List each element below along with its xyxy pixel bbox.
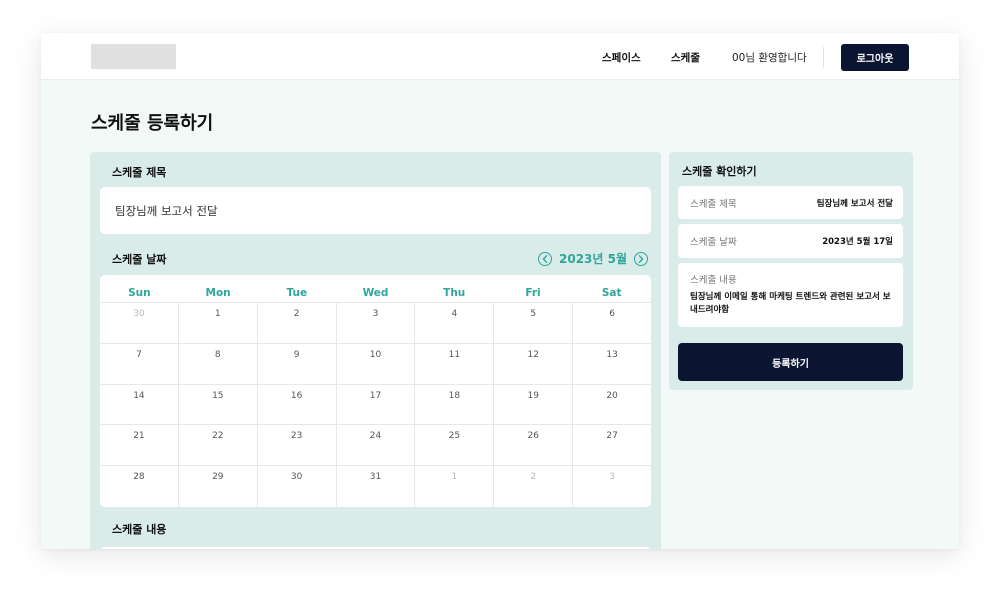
top-header: 스페이스 스케줄 00님 환영합니다 로그아웃 <box>41 33 959 80</box>
weekday-label: Fri <box>525 287 541 299</box>
weekday-header: Sun Mon Tue Wed Thu Fri Sat <box>100 275 651 303</box>
calendar-day[interactable]: 11 <box>415 343 495 384</box>
weekday-label: Wed <box>362 287 389 299</box>
calendar-day[interactable]: 16 <box>258 384 337 425</box>
calendar-day-other-month[interactable]: 2 <box>494 466 574 507</box>
calendar-day[interactable]: 3 <box>337 303 416 343</box>
title-section-label: 스케줄 제목 <box>112 166 167 179</box>
confirm-title-value: 팀장님께 보고서 전달 <box>816 199 893 209</box>
calendar-day[interactable]: 15 <box>179 384 258 425</box>
nav-space[interactable]: 스페이스 <box>602 50 641 65</box>
calendar-day[interactable]: 17 <box>337 384 416 425</box>
weekday-label: Sat <box>601 287 622 299</box>
calendar-day[interactable]: 18 <box>415 384 495 425</box>
confirm-date-value: 2023년 5월 17일 <box>822 237 893 247</box>
app-window: 스페이스 스케줄 00님 환영합니다 로그아웃 스케줄 등록하기 스케줄 제목 … <box>41 33 959 549</box>
weekday-label: Tue <box>286 287 308 299</box>
welcome-text: 00님 환영합니다 <box>732 52 807 64</box>
calendar-day[interactable]: 10 <box>337 343 416 384</box>
calendar-day[interactable]: 21 <box>100 425 179 466</box>
calendar-day[interactable]: 14 <box>100 384 179 425</box>
nav-divider <box>823 47 824 68</box>
chevron-right-icon <box>638 254 644 263</box>
prev-month-button[interactable] <box>538 251 552 266</box>
calendar-week-row: 14 15 16 17 18 19 20 <box>100 384 651 426</box>
calendar-week-row: 7 8 9 10 11 12 13 <box>100 343 651 385</box>
month-navigator: 2023년 5월 <box>538 250 649 267</box>
calendar-day[interactable]: 20 <box>573 385 651 425</box>
calendar-day[interactable]: 5 <box>494 303 574 343</box>
calendar-day[interactable]: 27 <box>573 425 651 465</box>
content-section-label: 스케줄 내용 <box>112 523 167 536</box>
confirm-content-label: 스케줄 내용 <box>690 275 737 286</box>
calendar-week-row: 21 22 23 24 25 26 27 <box>100 425 651 467</box>
calendar-day-other-month[interactable]: 3 <box>573 466 651 507</box>
calendar-day[interactable]: 30 <box>258 466 337 507</box>
calendar-week-row: 30 1 2 3 4 5 6 <box>100 303 651 344</box>
calendar-day[interactable]: 6 <box>573 303 651 343</box>
calendar-day[interactable]: 19 <box>494 384 574 425</box>
calendar-day[interactable]: 31 <box>337 466 416 507</box>
calendar-day[interactable]: 13 <box>573 344 651 384</box>
chevron-left-icon <box>542 254 548 263</box>
calendar-day[interactable]: 22 <box>179 425 258 466</box>
confirm-content-value: 팀장님께 이메일 통해 마케팅 트렌드와 관련된 보고서 보내드려야함 <box>690 292 891 315</box>
nav-schedule[interactable]: 스케줄 <box>671 50 700 65</box>
calendar-day[interactable]: 24 <box>337 425 416 466</box>
calendar-day-other-month[interactable]: 1 <box>415 466 495 507</box>
calendar-week-row: 28 29 30 31 1 2 3 <box>100 466 651 507</box>
weekday-label: Sun <box>128 287 151 299</box>
calendar-day[interactable]: 2 <box>258 303 337 343</box>
current-month-label: 2023년 5월 <box>559 252 628 266</box>
calendar-day[interactable]: 7 <box>100 343 179 384</box>
calendar-day[interactable]: 12 <box>494 343 574 384</box>
calendar-day[interactable]: 25 <box>415 425 495 466</box>
calendar-day[interactable]: 9 <box>258 343 337 384</box>
logo-placeholder[interactable] <box>91 44 176 69</box>
weekday-label: Mon <box>205 287 231 299</box>
logout-button[interactable]: 로그아웃 <box>841 44 909 71</box>
weekday-label: Thu <box>443 287 466 299</box>
register-button[interactable]: 등록하기 <box>678 343 903 381</box>
calendar-grid: Sun Mon Tue Wed Thu Fri Sat 30 1 2 3 4 5… <box>100 275 651 507</box>
next-month-button[interactable] <box>634 251 649 266</box>
page-title: 스케줄 등록하기 <box>91 113 214 134</box>
schedule-title-input[interactable] <box>100 187 651 234</box>
calendar-day[interactable]: 4 <box>415 303 495 343</box>
confirm-date-card: 스케줄 날짜 2023년 5월 17일 <box>678 224 903 258</box>
calendar-day[interactable]: 29 <box>179 466 258 507</box>
confirm-heading: 스케줄 확인하기 <box>682 165 757 178</box>
calendar-day[interactable]: 1 <box>179 303 258 343</box>
calendar-day[interactable]: 8 <box>179 343 258 384</box>
confirm-date-label: 스케줄 날짜 <box>690 237 737 248</box>
confirm-title-label: 스케줄 제목 <box>690 199 737 210</box>
calendar-day[interactable]: 23 <box>258 425 337 466</box>
schedule-content-input[interactable] <box>100 547 651 549</box>
calendar-day[interactable]: 26 <box>494 425 574 466</box>
calendar-day[interactable]: 28 <box>100 466 179 507</box>
date-section-label: 스케줄 날짜 <box>112 253 167 266</box>
confirm-title-card: 스케줄 제목 팀장님께 보고서 전달 <box>678 186 903 219</box>
confirm-content-card: 스케줄 내용 팀장님께 이메일 통해 마케팅 트렌드와 관련된 보고서 보내드려… <box>678 263 903 327</box>
calendar-day-other-month[interactable]: 30 <box>100 303 179 343</box>
